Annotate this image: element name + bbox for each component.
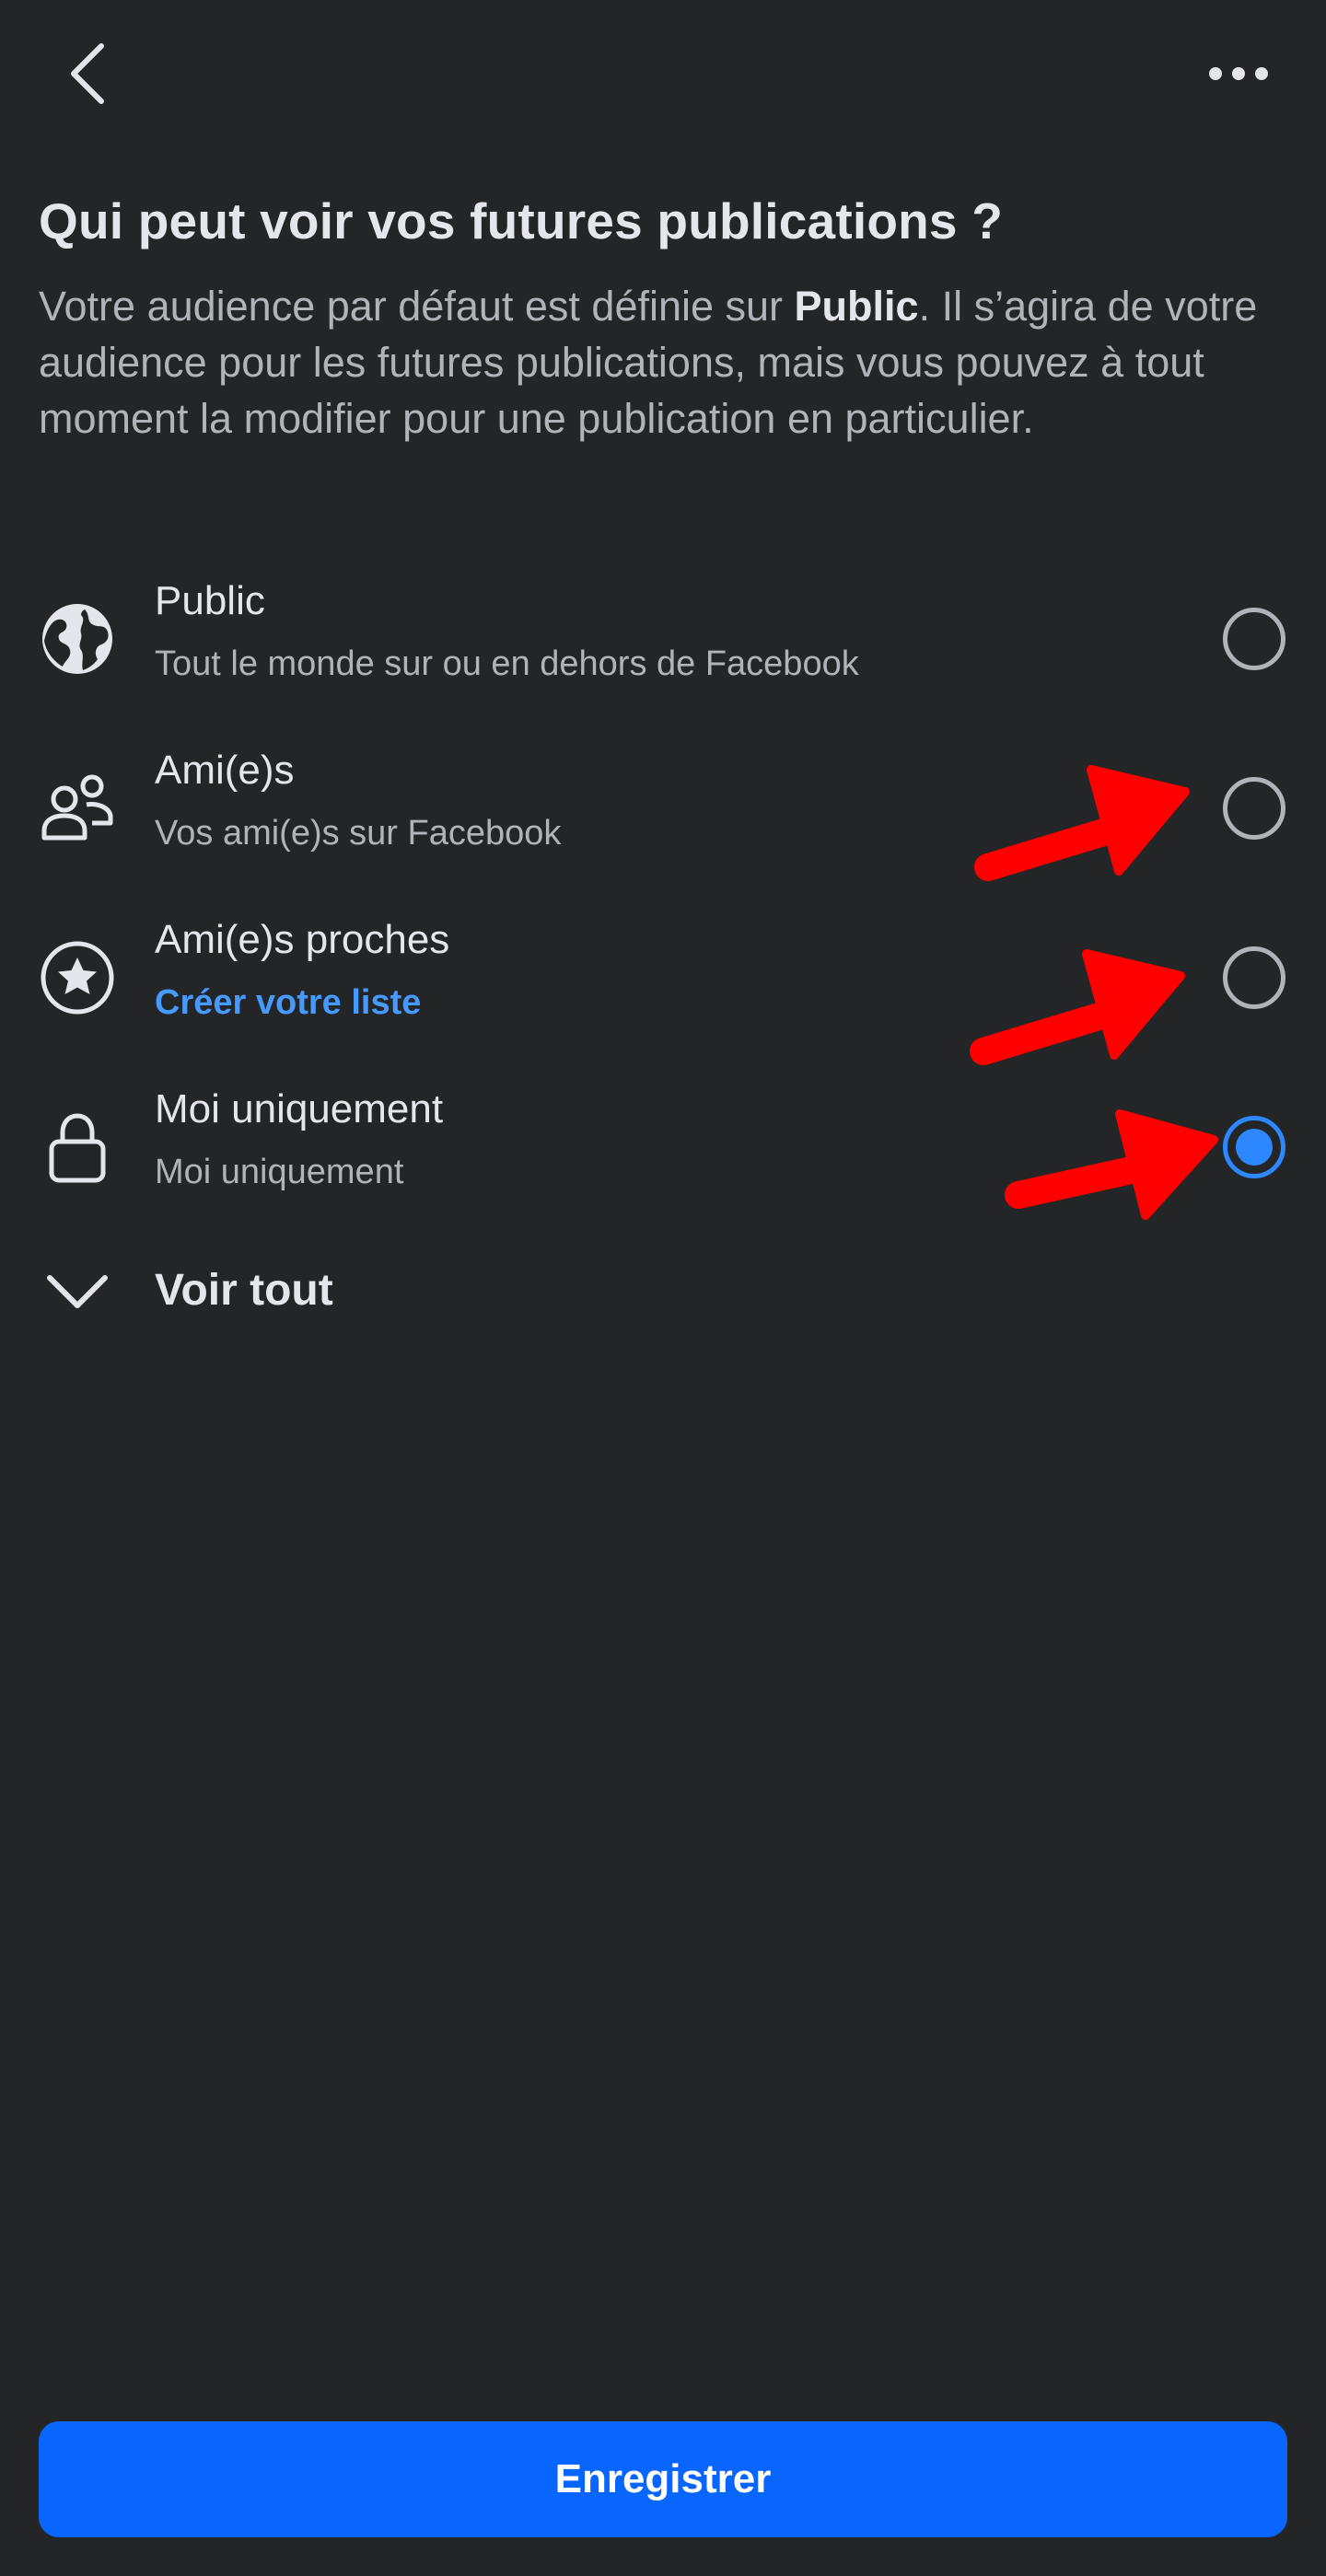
radio-public[interactable] [1223, 608, 1285, 670]
annotation-arrow-icon [970, 949, 1185, 1065]
top-bar [0, 0, 1326, 147]
radio-close-friends[interactable] [1223, 946, 1285, 1009]
friends-icon [39, 770, 116, 847]
description-prefix: Votre audience par défaut est définie su… [39, 283, 795, 330]
star-icon [39, 939, 116, 1016]
page-description: Votre audience par défaut est définie su… [39, 278, 1291, 447]
save-button[interactable]: Enregistrer [39, 2421, 1287, 2537]
see-all-button[interactable]: Voir tout [0, 1252, 645, 1335]
chevron-down-icon [47, 1275, 108, 1308]
description-bold: Public [794, 283, 919, 330]
see-all-label: Voir tout [155, 1266, 333, 1315]
option-only-me-title: Moi uniquement [155, 1086, 444, 1131]
annotation-arrow-icon [974, 765, 1190, 881]
annotation-arrow-icon [1005, 1109, 1218, 1220]
option-friends-title: Ami(e)s [155, 748, 295, 793]
option-public-title: Public [155, 578, 265, 623]
radio-friends[interactable] [1223, 777, 1285, 840]
option-only-me-subtitle: Moi uniquement [155, 1153, 404, 1191]
page-title: Qui peut voir vos futures publications ? [39, 192, 1003, 249]
lock-icon [39, 1108, 116, 1186]
option-public-subtitle: Tout le monde sur ou en dehors de Facebo… [155, 644, 859, 683]
option-close-friends-title: Ami(e)s proches [155, 917, 450, 962]
option-friends-subtitle: Vos ami(e)s sur Facebook [155, 814, 562, 853]
more-options-button[interactable] [1188, 32, 1289, 115]
back-button[interactable] [46, 28, 129, 120]
create-list-link[interactable]: Créer votre liste [155, 983, 421, 1023]
option-public[interactable]: Public Tout le monde sur ou en dehors de… [0, 562, 1326, 731]
more-dots-icon [1209, 67, 1268, 80]
globe-icon [39, 600, 116, 678]
chevron-left-icon [71, 43, 104, 104]
